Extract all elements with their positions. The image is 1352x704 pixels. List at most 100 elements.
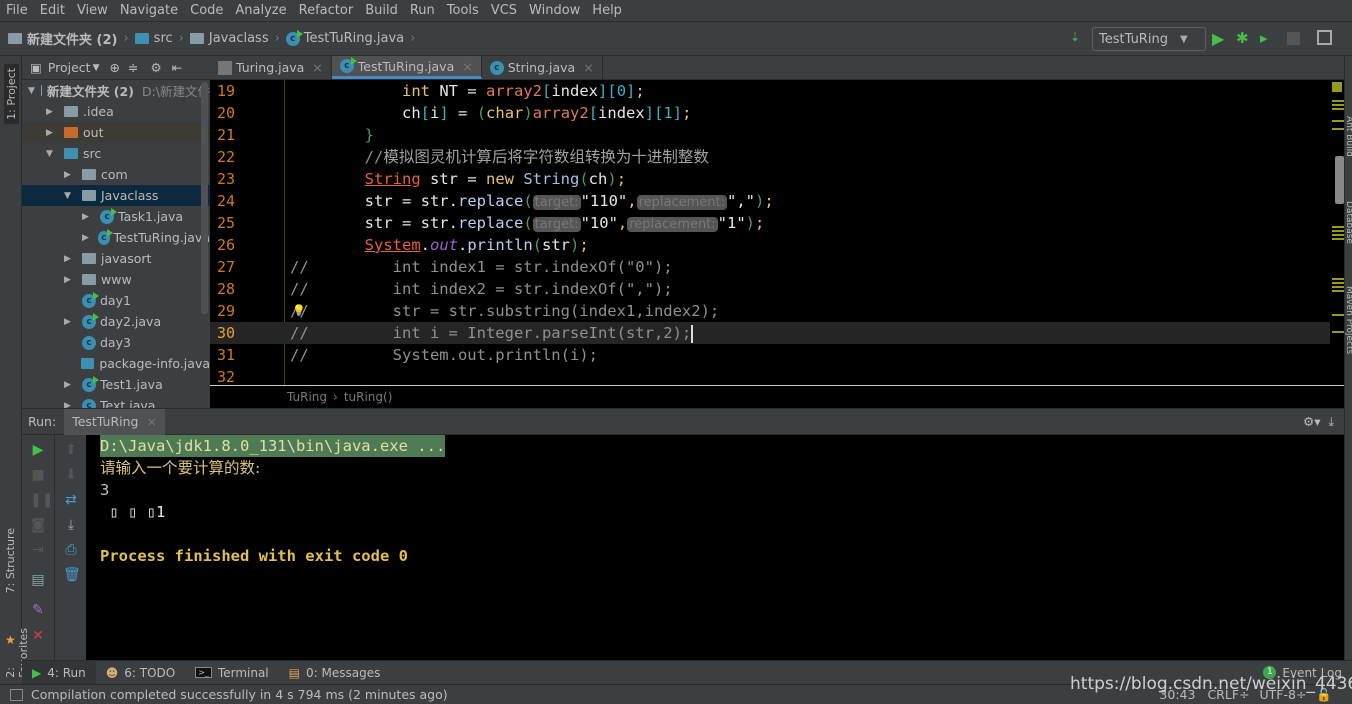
chevron-down-icon[interactable]: ▼ (46, 149, 58, 159)
chevron-right-icon[interactable]: ▶ (64, 275, 76, 285)
code-line[interactable]: 20 ch[i] = (char)array2[index][1]; (210, 102, 1330, 124)
chevron-right-icon[interactable]: ▶ (82, 233, 92, 243)
lightbulb-icon[interactable]: 💡 (292, 300, 306, 322)
right-tool-ant-build[interactable]: Ant Build (1344, 116, 1352, 157)
code-line[interactable]: 30 // int i = Integer.parseInt(str,2); (210, 322, 1330, 344)
close-icon[interactable]: × (462, 59, 472, 74)
tab-todo[interactable]: ☻ 6: TODO (96, 661, 185, 685)
tree-item[interactable]: ▶ c Task1.java (22, 206, 210, 227)
tab-run[interactable]: ▶ 4: Run (22, 660, 96, 685)
status-toggle-icon[interactable] (10, 688, 23, 701)
coverage-icon[interactable]: ▸ (1260, 29, 1268, 47)
print-icon[interactable]: ⎙ (63, 543, 79, 557)
code-line[interactable]: 24 str = str.replace(target: "110", replac… (210, 190, 1330, 212)
chevron-right-icon[interactable]: ▶ (64, 380, 76, 390)
up-arrow-icon[interactable]: ⬆ (63, 443, 79, 457)
code-line[interactable]: 31 // System.out.println(i); (210, 344, 1330, 366)
menu-navigate[interactable]: Navigate (120, 3, 178, 18)
tree-item[interactable]: ▶ com (22, 164, 210, 185)
tree-item[interactable]: package-info.java (22, 353, 210, 374)
chevron-down-icon[interactable]: ▼ (28, 86, 35, 96)
tree-item[interactable]: ▶ .idea (22, 101, 210, 122)
menu-file[interactable]: File (6, 3, 28, 18)
breadcrumb-file[interactable]: c TestTuRing.java › (285, 29, 415, 46)
chevron-right-icon[interactable]: ▶ (64, 317, 76, 327)
project-tool-button[interactable]: 1: Project (4, 64, 19, 124)
tree-item[interactable]: ▶ c day2.java (22, 311, 210, 332)
chevron-right-icon[interactable]: ▶ (64, 401, 76, 409)
error-stripe-mark[interactable] (1332, 282, 1344, 284)
error-stripe-mark[interactable] (1332, 234, 1344, 236)
right-tool-maven-projects[interactable]: Maven Projects (1344, 286, 1352, 354)
stop-icon[interactable]: ■ (30, 468, 46, 482)
tree-item[interactable]: ▶ www (22, 269, 210, 290)
project-structure-icon[interactable] (1317, 30, 1332, 45)
error-stripe-mark[interactable] (1332, 108, 1344, 110)
dump-threads-icon[interactable]: ◙ (30, 518, 46, 532)
code-line[interactable]: 27 // int index1 = str.indexOf("0"); (210, 256, 1330, 278)
breadcrumb-class[interactable]: TuRing (287, 390, 327, 404)
close-icon[interactable]: × (583, 60, 593, 75)
tab-testturing-java[interactable]: c TestTuRing.java × (331, 56, 482, 79)
code-line[interactable]: 21 } (210, 124, 1330, 146)
error-stripe-mark[interactable] (1332, 226, 1344, 228)
error-stripe-mark[interactable] (1332, 278, 1344, 280)
menu-code[interactable]: Code (190, 3, 223, 18)
tab-terminal[interactable]: >_ Terminal (185, 661, 278, 685)
run-tab[interactable]: TestTuRing × (64, 408, 165, 435)
error-stripe-mark[interactable] (1332, 314, 1344, 316)
run-icon[interactable]: ▶ (1212, 29, 1224, 48)
build-icon[interactable]: ⇣ (1070, 30, 1080, 44)
menu-view[interactable]: View (77, 3, 108, 18)
right-tool-database[interactable]: Database (1344, 201, 1352, 244)
chevron-right-icon[interactable]: ▶ (46, 128, 58, 138)
code-line[interactable]: 25 str = str.replace(target: "10", replace… (210, 212, 1330, 234)
structure-tool-button[interactable]: 7: Structure (4, 528, 17, 593)
collapse-all-icon[interactable]: ≑ (128, 60, 138, 75)
tree-item[interactable]: ▼ 新建文件夹 (2) D:\新建文件 (22, 80, 210, 101)
code-line[interactable]: 19 int NT = array2[index][0]; (210, 80, 1330, 102)
pin-icon[interactable]: ✎ (30, 603, 46, 617)
error-stripe-mark[interactable] (1332, 128, 1344, 130)
code-line[interactable]: 32 (210, 366, 1330, 385)
code-line[interactable]: 26 System.out.println(str); (210, 234, 1330, 256)
breadcrumb-method[interactable]: tuRing() (344, 390, 393, 404)
tab-string-java[interactable]: c String.java × (482, 56, 603, 79)
menu-help[interactable]: Help (592, 3, 622, 18)
menu-window[interactable]: Window (529, 3, 580, 18)
error-stripe-mark[interactable] (1332, 290, 1344, 292)
chevron-right-icon[interactable]: ▶ (46, 107, 58, 117)
breadcrumb-package[interactable]: Javaclass › (189, 31, 280, 46)
breadcrumb-src[interactable]: src › (134, 31, 184, 46)
error-stripe-mark[interactable] (1332, 286, 1344, 288)
code-line[interactable]: 28 // int index2 = str.indexOf(","); (210, 278, 1330, 300)
error-stripe-mark[interactable] (1332, 238, 1344, 240)
tab-turing-java[interactable]: Turing.java × (210, 56, 332, 79)
error-stripe-mark[interactable] (1332, 331, 1344, 333)
code-editor[interactable]: 19 int NT = array2[index][0]; 20 ch[i] = … (210, 80, 1344, 385)
gear-icon[interactable]: ⚙ (150, 60, 161, 75)
menu-build[interactable]: Build (365, 3, 398, 18)
chevron-down-icon[interactable]: ▼ (64, 191, 76, 201)
editor-scrollbar[interactable] (1335, 156, 1344, 204)
breadcrumb-project[interactable]: 新建文件夹 (2) › (8, 29, 129, 48)
chevron-right-icon[interactable]: ▶ (82, 212, 94, 222)
console-output[interactable]: D:\Java\jdk1.8.0_131\bin\java.exe ... 请输入… (86, 435, 1344, 660)
tab-messages[interactable]: ▤ 0: Messages (279, 661, 391, 685)
rerun-icon[interactable]: ▶ (30, 443, 46, 457)
code-line[interactable]: 29 // str = str.substring(index1,index2);… (210, 300, 1330, 322)
tree-item[interactable]: ▶ c Test1.java (22, 374, 210, 395)
project-view-dropdown[interactable]: Project (48, 60, 91, 75)
tree-item[interactable]: ▶ javasort (22, 248, 210, 269)
chevron-right-icon[interactable]: ▶ (64, 170, 76, 180)
tree-item[interactable]: c day3 (22, 332, 210, 353)
hide-icon[interactable]: ⇤ (172, 60, 182, 75)
error-stripe-mark[interactable] (1332, 230, 1344, 232)
tree-item[interactable]: ▶ c TestTuRing.java (22, 227, 210, 248)
tree-scrollbar[interactable] (201, 82, 208, 314)
close-icon[interactable]: × (312, 60, 322, 75)
tree-item[interactable]: c day1 (22, 290, 210, 311)
close-icon[interactable]: ✕ (30, 629, 46, 643)
menu-analyze[interactable]: Analyze (235, 3, 286, 18)
error-stripe-mark[interactable] (1332, 100, 1344, 102)
